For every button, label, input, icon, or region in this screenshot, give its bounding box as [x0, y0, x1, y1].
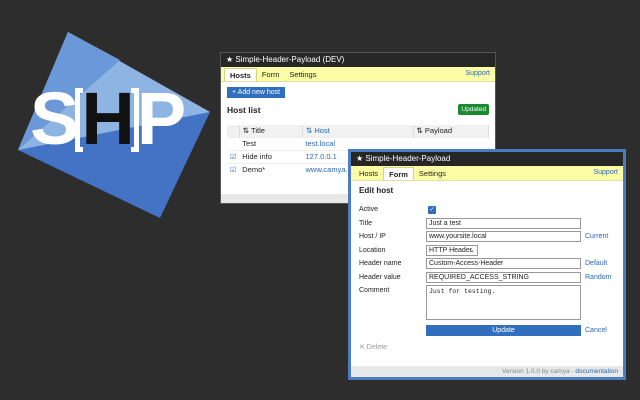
- location-row: Location HTTP Header ⌄: [359, 244, 615, 259]
- logo-letter-s: S: [30, 77, 79, 160]
- comment-row: Comment Just for testing.: [359, 285, 615, 325]
- row-checkbox[interactable]: ☑: [227, 162, 240, 176]
- location-select[interactable]: HTTP Header ⌄: [426, 244, 478, 256]
- support-link[interactable]: Support: [465, 70, 490, 77]
- title-label: Title: [359, 219, 372, 227]
- logo-text: SHP: [30, 82, 186, 156]
- row-title: Demo*: [239, 162, 303, 176]
- tab-settings[interactable]: Settings: [284, 68, 321, 81]
- title-row: Title Just a test: [359, 217, 615, 232]
- shp-logo: SHP: [0, 0, 230, 230]
- delete-link[interactable]: ✕ Delete: [359, 343, 387, 351]
- active-label: Active: [359, 206, 379, 213]
- chevron-down-icon: ⌄: [469, 246, 475, 254]
- row-title: Test: [239, 136, 303, 150]
- header-name-input[interactable]: Custom-Access-Header: [426, 258, 581, 269]
- add-host-button[interactable]: + Add new host: [227, 87, 286, 98]
- host-label: Host / IP: [359, 233, 386, 240]
- version-text: Version 1.0.0 by camya -: [502, 368, 576, 375]
- header-name-row: Header name Custom-Access-Header Default: [359, 258, 615, 272]
- action-row: Update Cancel: [359, 325, 615, 339]
- row-title: Hide info: [239, 149, 303, 163]
- current-link[interactable]: Current: [585, 233, 608, 240]
- column-checkbox: [227, 125, 240, 137]
- window-footer: Version 1.0.0 by camya - documentation: [351, 366, 623, 377]
- edit-host-window: ★ Simple-Header-Payload Hosts Form Setti…: [348, 149, 626, 380]
- title-input[interactable]: Just a test: [426, 217, 581, 229]
- window-title: ★ Simple-Header-Payload: [351, 152, 623, 166]
- row-checkbox[interactable]: ☑: [227, 149, 240, 163]
- update-button[interactable]: Update: [426, 325, 581, 336]
- tab-hosts[interactable]: Hosts: [224, 68, 257, 81]
- active-checkbox[interactable]: ✓: [428, 206, 436, 214]
- header-name-label: Header name: [359, 260, 402, 267]
- random-link[interactable]: Random: [585, 274, 611, 281]
- tab-form[interactable]: Form: [383, 167, 414, 180]
- host-input[interactable]: www.yoursite.local: [426, 231, 581, 242]
- column-title[interactable]: ⇅ Title: [239, 125, 304, 137]
- tab-form[interactable]: Form: [257, 68, 285, 81]
- header-value-row: Header value REQUIRED_ACCESS_STRING Rand…: [359, 271, 615, 286]
- default-link[interactable]: Default: [585, 260, 607, 267]
- cancel-link[interactable]: Cancel: [585, 327, 607, 334]
- comment-textarea[interactable]: Just for testing.: [426, 285, 581, 320]
- header-value-input[interactable]: REQUIRED_ACCESS_STRING: [426, 271, 581, 283]
- window-title: ★ Simple-Header-Payload (DEV): [221, 53, 495, 67]
- tab-settings[interactable]: Settings: [414, 167, 451, 180]
- active-row: Active ✓: [359, 204, 615, 218]
- location-label: Location: [359, 246, 386, 254]
- logo-letter-h: H: [75, 82, 139, 156]
- list-title: Host list: [227, 104, 261, 115]
- logo-letter-p: P: [136, 77, 186, 160]
- documentation-link[interactable]: documentation: [575, 368, 618, 375]
- row-checkbox[interactable]: [227, 136, 240, 150]
- comment-label: Comment: [359, 287, 390, 294]
- form-heading: Edit host: [359, 186, 394, 195]
- host-row: Host / IP www.yoursite.local Current: [359, 231, 615, 245]
- tab-bar: Hosts Form Settings Support: [221, 67, 495, 82]
- column-host[interactable]: ⇅ Host: [302, 125, 414, 137]
- status-badge: Updated: [458, 104, 489, 115]
- column-payload[interactable]: ⇅ Payload: [413, 125, 490, 137]
- tab-hosts[interactable]: Hosts: [354, 167, 383, 180]
- header-value-label: Header value: [359, 273, 401, 281]
- support-link[interactable]: Support: [593, 169, 618, 176]
- tab-bar: Hosts Form Settings Support: [351, 166, 623, 181]
